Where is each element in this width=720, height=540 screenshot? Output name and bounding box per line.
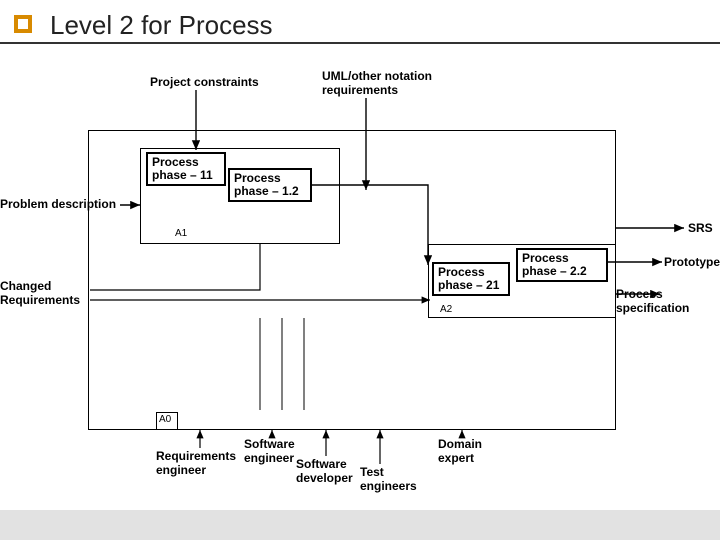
footer-bar: [0, 510, 720, 540]
label-prototype: Prototype: [664, 256, 720, 270]
a0-label: A0: [159, 414, 171, 425]
label-proc-spec: Process specification: [616, 288, 720, 316]
label-sw-dev: Software developer: [296, 458, 353, 486]
phase-1-2: Process phase – 1.2: [228, 168, 312, 202]
diagram-canvas: Level 2 for Process A0 A1 A2 Process pha…: [0, 0, 720, 540]
a2-label: A2: [440, 304, 452, 315]
label-sw-eng: Software engineer: [244, 438, 295, 466]
label-srs: SRS: [688, 222, 713, 236]
label-project-constraints: Project constraints: [150, 76, 259, 90]
bullet-icon: [14, 15, 32, 33]
phase-2-1: Process phase – 21: [432, 262, 510, 296]
label-problem-desc: Problem description: [0, 198, 116, 212]
label-domain-exp: Domain expert: [438, 438, 482, 466]
title-bar: Level 2 for Process: [0, 6, 720, 44]
label-uml-req: UML/other notation requirements: [322, 70, 432, 98]
a1-label: A1: [175, 228, 187, 239]
page-title: Level 2 for Process: [50, 10, 273, 41]
phase-1-1: Process phase – 11: [146, 152, 226, 186]
phase-2-2: Process phase – 2.2: [516, 248, 608, 282]
label-req-eng: Requirements engineer: [156, 450, 236, 478]
label-test-eng: Test engineers: [360, 466, 417, 494]
label-changed-req: Changed Requirements: [0, 280, 80, 308]
